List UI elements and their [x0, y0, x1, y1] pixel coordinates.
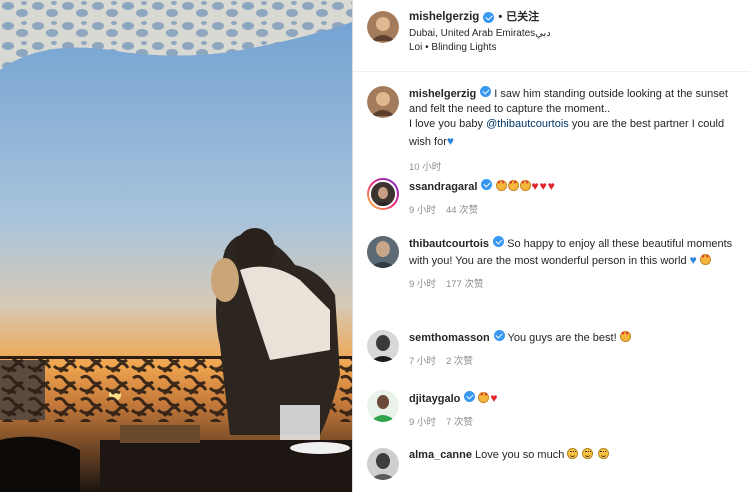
red-heart-icon: ♥ [547, 179, 555, 193]
comment-item: semthomasson You guys are the best! 7 小时… [367, 330, 738, 390]
commenter-avatar[interactable] [367, 330, 399, 362]
comment-likes[interactable]: 177 次赞 [446, 278, 484, 291]
comment-time: 7 小时 [409, 356, 436, 368]
verified-badge-icon [480, 86, 492, 97]
verified-badge-icon [493, 330, 505, 341]
commenter-avatar[interactable] [367, 236, 399, 268]
blue-heart-icon: ♥ [446, 133, 455, 148]
blue-heart-icon: ♥ [689, 253, 697, 268]
comment-username[interactable]: ssandragaral [409, 181, 477, 193]
verified-badge-icon [481, 179, 493, 190]
heart-eyes-icon [507, 180, 519, 191]
smiling-face-icon [582, 448, 594, 459]
comment-text: Love you so much [471, 449, 568, 461]
header-info: mishelgerzig • 已关注 Dubai, United Arab Em… [409, 11, 551, 71]
caption-time: 10 小时 [409, 161, 442, 173]
heart-eyes-icon [519, 180, 531, 191]
comment-username[interactable]: djitaygalo [409, 393, 460, 405]
post-viewer: mishelgerzig • 已关注 Dubai, United Arab Em… [0, 0, 750, 492]
sunset-photo [0, 0, 352, 492]
heart-eyes-icon [478, 392, 490, 403]
comment-time: 9 小时 [409, 417, 436, 429]
comment-likes[interactable]: 7 次赞 [446, 416, 473, 429]
verified-badge-icon [493, 236, 505, 247]
comment-time: 9 小时 [409, 279, 436, 291]
smiling-face-icon [567, 448, 579, 459]
heart-eyes-icon [495, 180, 507, 191]
commenter-avatar[interactable] [367, 390, 399, 422]
author-avatar[interactable] [367, 11, 399, 43]
comment-likes[interactable]: 44 次赞 [446, 204, 478, 217]
heart-eyes-icon [619, 331, 631, 342]
commenter-avatar[interactable] [367, 448, 399, 480]
comment-item: djitaygalo ♥ 9 小时 7 次赞 [367, 390, 738, 448]
comment-likes[interactable]: 2 次赞 [446, 355, 473, 368]
comments-panel: mishelgerzig • 已关注 Dubai, United Arab Em… [353, 0, 750, 492]
comment-item: alma_canne Love you so much [367, 448, 738, 488]
red-heart-icon: ♥ [490, 391, 498, 405]
comment-time: 9 小时 [409, 205, 436, 217]
red-heart-icon: ♥ [539, 179, 547, 193]
comment-text: You guys are the best! [504, 332, 620, 344]
following-button[interactable]: 已关注 [506, 11, 539, 24]
red-heart-icon: ♥ [531, 179, 539, 193]
smiling-face-icon [597, 448, 609, 459]
caption: mishelgerzig I saw him standing outside … [367, 86, 738, 178]
caption-avatar[interactable] [367, 86, 399, 118]
caption-username[interactable]: mishelgerzig [409, 88, 476, 100]
music-link[interactable]: Loi • Blinding Lights [409, 42, 551, 54]
verified-badge-icon [464, 391, 476, 402]
post-photo[interactable] [0, 0, 352, 492]
comment-username[interactable]: semthomasson [409, 332, 490, 344]
comments-list: mishelgerzig I saw him standing outside … [353, 72, 750, 488]
comment-username[interactable]: alma_canne [409, 449, 472, 461]
post-header: mishelgerzig • 已关注 Dubai, United Arab Em… [353, 0, 750, 72]
verified-badge-icon [483, 12, 495, 24]
commenter-avatar[interactable] [367, 178, 399, 210]
comment-username[interactable]: thibautcourtois [409, 238, 489, 250]
comment-item: thibautcourtois So happy to enjoy all th… [367, 236, 738, 330]
heart-eyes-icon [699, 254, 711, 266]
author-username[interactable]: mishelgerzig [409, 11, 479, 25]
location-link[interactable]: Dubai, United Arab Emiratesدبي [409, 28, 551, 40]
comment-item: ssandragaral ♥♥♥ 9 小时44 次赞 [367, 178, 738, 236]
mention-link[interactable]: @thibautcourtois [486, 118, 569, 130]
separator-dot: • [498, 11, 503, 24]
caption-text-2: I love you baby [409, 118, 487, 131]
